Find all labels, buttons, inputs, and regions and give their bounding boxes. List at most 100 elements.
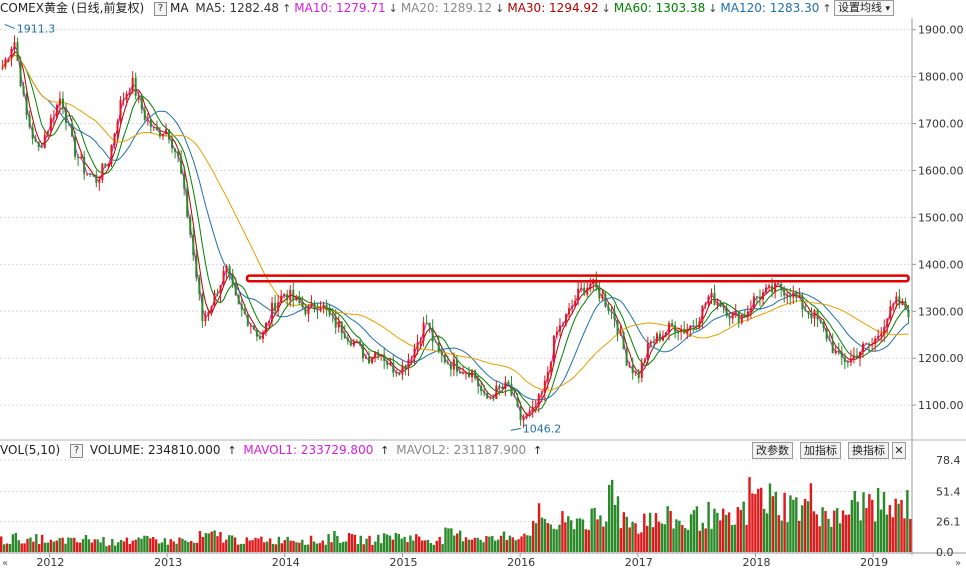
volume-bar	[260, 536, 263, 552]
volume-bar	[116, 542, 120, 552]
volume-bar	[876, 487, 880, 552]
candle-body	[410, 358, 413, 360]
candle-body	[461, 372, 464, 374]
candle-body	[737, 311, 740, 323]
candle-body	[586, 287, 589, 295]
volume-bar	[733, 524, 737, 552]
volume-bar	[646, 525, 649, 552]
candle-body	[783, 289, 786, 296]
candle-body	[719, 302, 722, 307]
volume-bar	[751, 493, 754, 552]
candle-body	[622, 332, 625, 350]
candle-body	[874, 338, 877, 345]
candle-body	[277, 302, 280, 312]
candle-body	[401, 365, 404, 375]
volume-bar	[423, 540, 427, 552]
candle-body	[837, 351, 840, 353]
volume-bar	[499, 535, 503, 552]
volume-bar	[599, 515, 602, 552]
volume-bar	[496, 539, 500, 552]
volume-bar	[20, 543, 23, 552]
candle-body	[158, 130, 161, 137]
candle-body	[695, 325, 698, 328]
candle-body	[577, 288, 580, 302]
candle-body	[704, 303, 707, 306]
candle-body	[395, 372, 398, 374]
candle-body	[649, 341, 652, 344]
volume-bar	[333, 530, 336, 552]
candle-body	[371, 357, 374, 364]
ma250-line	[1, 54, 909, 391]
volume-bar	[46, 542, 50, 552]
candle-body	[589, 283, 592, 288]
candle-body	[561, 324, 564, 326]
candle-body	[674, 325, 677, 333]
candle-body	[855, 355, 858, 359]
volume-bar	[111, 539, 114, 552]
volume-bar	[233, 537, 237, 552]
volume-bar	[292, 540, 295, 552]
candle-body	[771, 285, 774, 293]
candle-body	[574, 301, 577, 307]
volume-bar	[739, 510, 742, 552]
candle-body	[304, 306, 307, 315]
volume-bar	[169, 539, 172, 552]
candle-body	[25, 94, 28, 116]
candle-body	[571, 306, 574, 309]
candle-body	[107, 164, 110, 167]
volume-bar	[561, 511, 564, 552]
candle-body	[671, 323, 674, 326]
volume-bar	[429, 543, 433, 552]
volume-bar	[64, 543, 67, 552]
volume-bar	[786, 522, 789, 552]
volume-bar	[263, 542, 266, 552]
volume-bar	[90, 542, 94, 552]
candle-body	[534, 406, 537, 408]
volume-bar	[93, 539, 96, 552]
candle-body	[183, 173, 186, 189]
volume-bar	[61, 537, 64, 552]
candle-body	[546, 371, 549, 381]
volume-bar	[698, 530, 702, 552]
scroll-left-icon: «	[2, 558, 8, 568]
candle-body	[834, 351, 837, 354]
price-tick-label: 1900.00	[918, 24, 964, 37]
volume-bar	[529, 535, 532, 552]
volume-bar	[55, 540, 58, 552]
volume-bar	[701, 522, 704, 552]
volume-bar	[38, 544, 41, 552]
candle-body	[243, 309, 246, 315]
ma30-line	[1, 51, 909, 417]
volume-bar	[295, 542, 298, 552]
volume-bar	[187, 542, 190, 552]
volume-bar	[628, 527, 631, 552]
volume-bar	[511, 537, 514, 552]
volume-bar	[491, 535, 494, 552]
volume-bar	[166, 544, 170, 552]
candle-body	[634, 371, 637, 374]
x-tick-label: 2015	[389, 556, 417, 568]
candle-body	[368, 356, 371, 364]
price-tick-label: 1800.00	[918, 71, 964, 84]
candle-body	[658, 333, 661, 341]
candle-body	[180, 156, 183, 174]
candle-body	[740, 315, 743, 323]
candle-body	[128, 91, 131, 94]
candle-body	[583, 287, 586, 295]
volume-bar	[277, 536, 281, 552]
volume-bar	[385, 534, 389, 552]
candle-body	[213, 293, 216, 307]
volume-bar	[388, 535, 392, 552]
volume-bar	[850, 499, 854, 552]
volume-bar	[245, 537, 248, 552]
candle-body	[22, 85, 25, 95]
annotation-label: 1046.2	[523, 422, 562, 435]
volume-bar	[780, 520, 783, 552]
candle-body	[416, 342, 419, 349]
volume-bar	[464, 537, 468, 552]
candle-body	[228, 266, 231, 275]
chart-canvas[interactable]: 1911.3 1046.2 1900.00 1800.00 1700.00 1600.0…	[0, 0, 966, 568]
candle-body	[513, 395, 516, 397]
candle-body	[598, 287, 601, 299]
volume-bar	[119, 540, 123, 552]
